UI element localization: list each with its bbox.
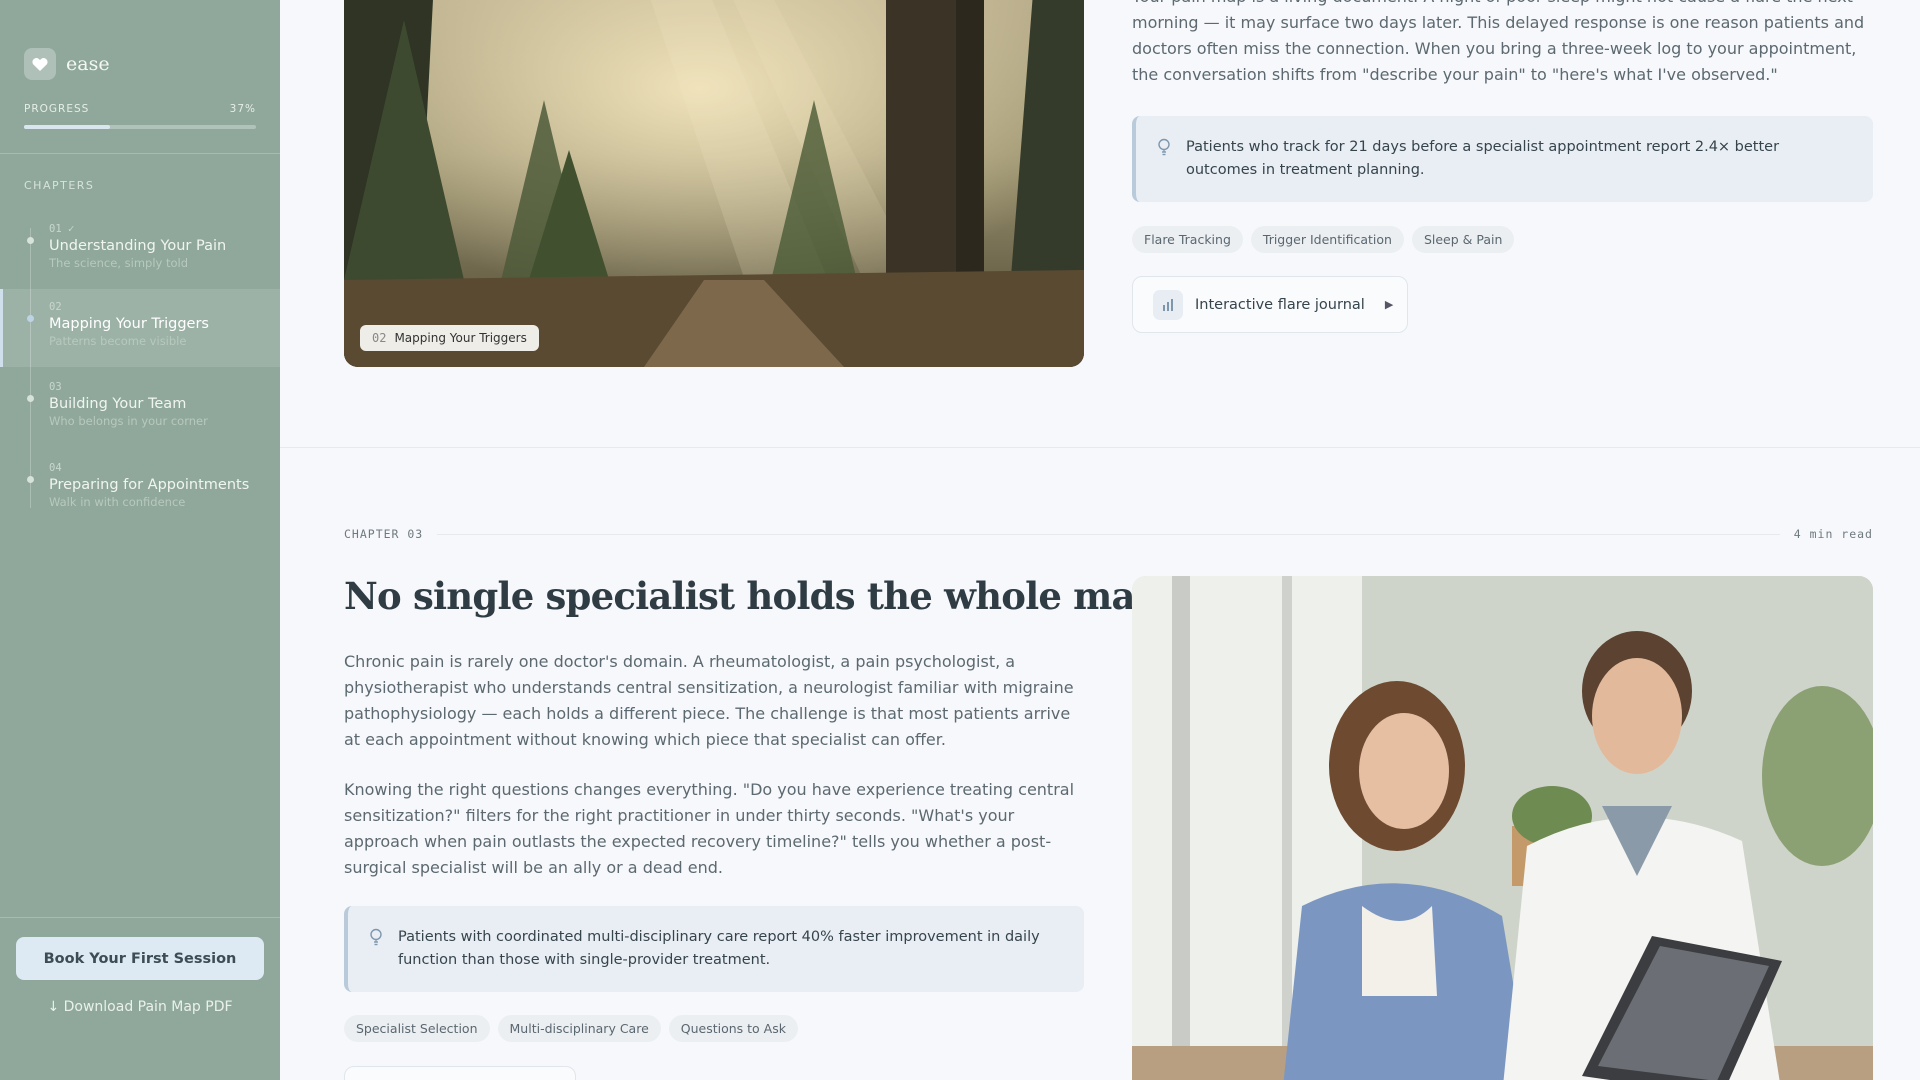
chapter03-paragraph-1: Chronic pain is rarely one doctor's doma… bbox=[344, 652, 1074, 749]
consultation-image bbox=[1132, 576, 1873, 1080]
chapter-title: Understanding Your Pain bbox=[49, 238, 227, 254]
chapter03-action-button[interactable] bbox=[344, 1066, 576, 1080]
chapter-title: Mapping Your Triggers bbox=[49, 316, 209, 332]
lightbulb-icon bbox=[1157, 138, 1171, 164]
tag[interactable]: Multi-disciplinary Care bbox=[497, 1015, 661, 1042]
progress: PROGRESS 37% bbox=[24, 103, 256, 129]
chapter03-header: CHAPTER 03 4 min read bbox=[344, 527, 1873, 541]
image-caption: 02 Mapping Your Triggers bbox=[360, 325, 539, 351]
divider bbox=[0, 917, 280, 918]
chapter-item-1[interactable]: 01 ✓ Understanding Your Pain The science… bbox=[0, 211, 280, 289]
caption-number: 02 bbox=[372, 331, 387, 345]
chapter03-paragraph-2: Knowing the right questions changes ever… bbox=[344, 780, 1075, 877]
forest-image: 02 Mapping Your Triggers bbox=[344, 0, 1084, 367]
chapter03-callout: Patients with coordinated multi-discipli… bbox=[344, 906, 1084, 992]
read-time: 4 min read bbox=[1793, 527, 1873, 541]
divider bbox=[0, 153, 280, 154]
flare-journal-button[interactable]: Interactive flare journal ▶ bbox=[1132, 276, 1408, 333]
progress-fill bbox=[24, 125, 110, 129]
chapter03-tags: Specialist Selection Multi-disciplinary … bbox=[344, 1015, 798, 1042]
download-pdf-link[interactable]: ↓ Download Pain Map PDF bbox=[0, 999, 280, 1015]
caption-title: Mapping Your Triggers bbox=[394, 331, 527, 345]
tag[interactable]: Sleep & Pain bbox=[1411, 226, 1515, 253]
tag[interactable]: Specialist Selection bbox=[344, 1015, 490, 1042]
chapter-subtitle: Patterns become visible bbox=[49, 334, 187, 348]
chapter02-callout: Patients who track for 21 days before a … bbox=[1132, 116, 1873, 202]
chapter-dot bbox=[27, 395, 34, 402]
chapter-number: 01 ✓ bbox=[49, 223, 75, 235]
section-divider bbox=[280, 447, 1920, 448]
chapter-item-4[interactable]: 04 Preparing for Appointments Walk in wi… bbox=[0, 450, 280, 528]
brand-name: ease bbox=[66, 53, 110, 75]
chapter-number: 02 bbox=[49, 301, 62, 313]
brand[interactable]: ease bbox=[24, 48, 110, 80]
chapter-item-2[interactable]: 02 Mapping Your Triggers Patterns become… bbox=[0, 289, 280, 367]
chapter-number: 03 bbox=[49, 381, 62, 393]
chapter03-heading: No single specialist holds the whole map… bbox=[344, 574, 1173, 618]
sidebar: ease PROGRESS 37% CHAPTERS 01 ✓ Understa… bbox=[0, 0, 280, 1080]
progress-label: PROGRESS bbox=[24, 103, 90, 115]
chapter-subtitle: The science, simply told bbox=[49, 256, 189, 270]
chapter-label: CHAPTER 03 bbox=[344, 527, 424, 541]
chapter-dot bbox=[27, 237, 34, 244]
divider bbox=[437, 533, 1780, 535]
progress-value: 37% bbox=[229, 103, 256, 115]
chapter-item-3[interactable]: 03 Building Your Team Who belongs in you… bbox=[0, 369, 280, 447]
chapter02-tags: Flare Tracking Trigger Identification Sl… bbox=[1132, 226, 1515, 253]
chapter-subtitle: Walk in with confidence bbox=[49, 495, 186, 509]
chapter02-body: Your pain map is a living document. A ni… bbox=[1132, 0, 1865, 84]
main-content: 02 Mapping Your Triggers Your pain map i… bbox=[280, 0, 1920, 1080]
tag[interactable]: Questions to Ask bbox=[668, 1015, 798, 1042]
journal-label: Interactive flare journal bbox=[1195, 296, 1365, 313]
bar-chart-icon bbox=[1153, 289, 1183, 320]
chapter-dot bbox=[27, 476, 34, 483]
chapters-label: CHAPTERS bbox=[24, 179, 95, 192]
lightbulb-icon bbox=[369, 928, 383, 954]
chapter-dot bbox=[27, 315, 34, 322]
chapter-subtitle: Who belongs in your corner bbox=[49, 414, 208, 428]
heart-icon bbox=[24, 48, 56, 80]
book-session-button[interactable]: Book Your First Session bbox=[16, 937, 264, 980]
callout-text: Patients with coordinated multi-discipli… bbox=[398, 929, 1040, 968]
chapter-number: 04 bbox=[49, 462, 62, 474]
play-icon: ▶ bbox=[1384, 298, 1394, 311]
callout-text: Patients who track for 21 days before a … bbox=[1186, 139, 1780, 178]
chapter-title: Preparing for Appointments bbox=[49, 477, 250, 493]
tag[interactable]: Flare Tracking bbox=[1132, 226, 1243, 253]
chapter-title: Building Your Team bbox=[49, 396, 187, 412]
progress-bar bbox=[24, 125, 256, 129]
tag[interactable]: Trigger Identification bbox=[1250, 226, 1404, 253]
